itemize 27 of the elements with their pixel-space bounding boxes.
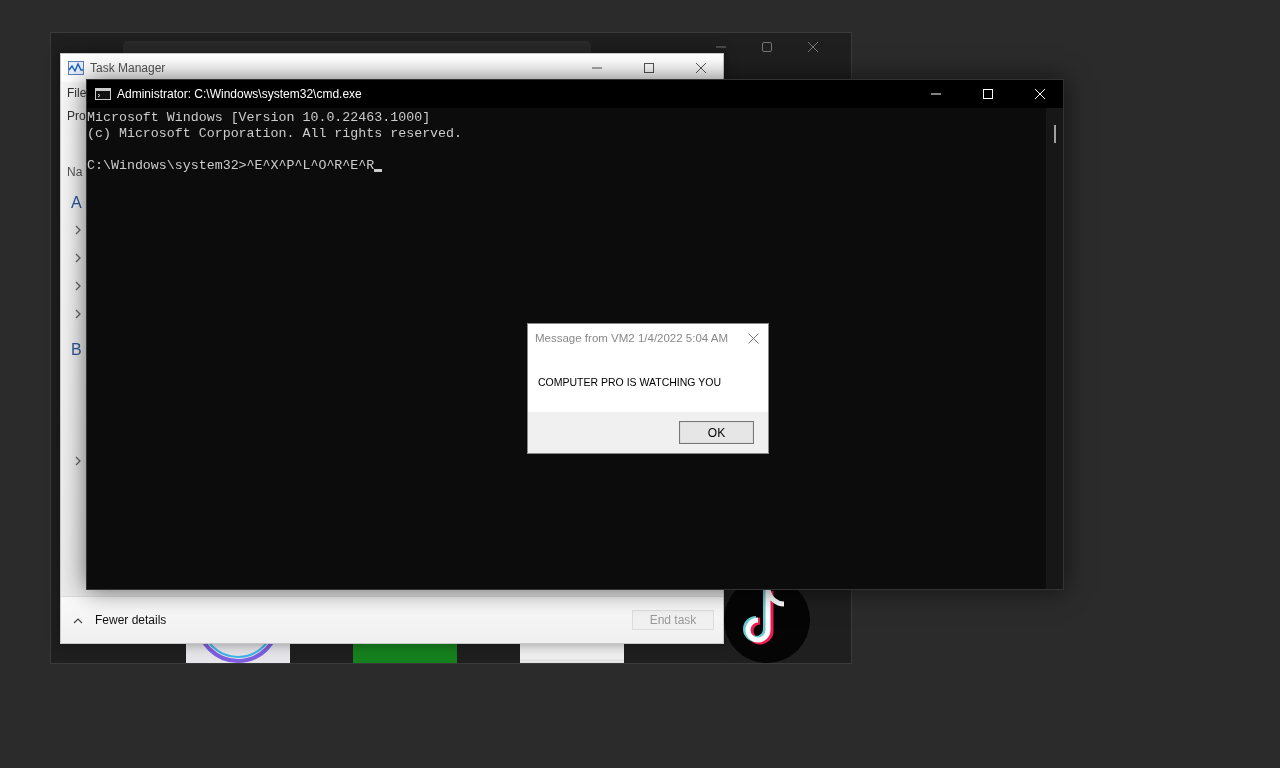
chevron-icon[interactable]	[74, 456, 82, 466]
window-title: Task Manager	[90, 61, 166, 75]
details-toggle-link[interactable]: Fewer details	[95, 613, 167, 627]
scrollbar[interactable]	[1046, 108, 1063, 589]
console-icon	[95, 88, 111, 100]
console-line: Microsoft Windows [Version 10.0.22463.1000]	[87, 110, 431, 126]
group-heading: A	[71, 194, 82, 213]
chevron-icon[interactable]	[74, 281, 82, 291]
console-line: (c) Microsoft Corporation. All rights reserved.	[87, 126, 463, 142]
chevron-up-icon[interactable]	[73, 616, 83, 624]
chevron-icon[interactable]	[74, 225, 82, 235]
column-header[interactable]: Na	[67, 165, 83, 181]
console-line: C:\Windows\system32>^E^X^P^L^O^R^E^R	[87, 158, 375, 174]
maximize-icon[interactable]	[643, 62, 655, 74]
ok-button[interactable]: OK	[679, 421, 754, 444]
scroll-thumb[interactable]	[1053, 125, 1056, 143]
tab[interactable]: Pro	[67, 109, 86, 125]
chevron-icon[interactable]	[74, 309, 82, 319]
close-icon[interactable]	[695, 62, 707, 74]
dialog-title: Message from VM2 1/4/2022 5:04 AM	[535, 332, 729, 344]
group-heading: B	[71, 341, 82, 360]
window-title: Administrator: C:\Windows\system32\cmd.exe	[117, 87, 362, 101]
text-cursor	[374, 169, 383, 172]
chevron-icon[interactable]	[74, 253, 82, 263]
message-text: COMPUTER PRO IS WATCHING YOU	[538, 376, 721, 388]
chart-icon	[68, 61, 84, 75]
menu-item[interactable]: File	[67, 86, 87, 102]
